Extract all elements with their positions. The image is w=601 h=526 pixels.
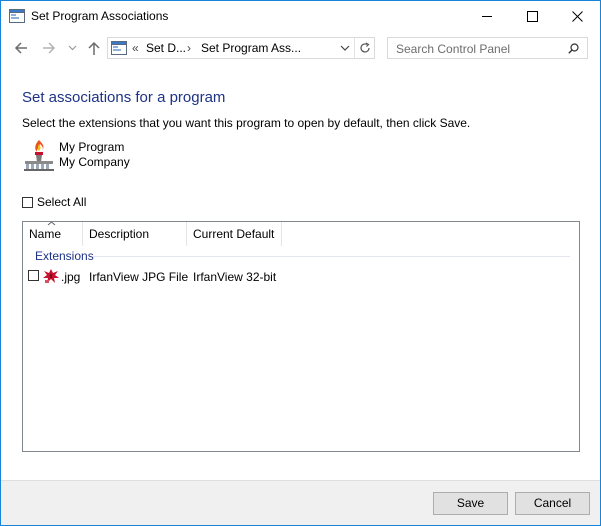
list-item-jpg[interactable]: .jpg IrfanView JPG File IrfanView 32-bit xyxy=(23,266,579,286)
program-icon xyxy=(24,140,54,171)
back-arrow-icon xyxy=(14,42,27,54)
row-current-default: IrfanView 32-bit xyxy=(193,270,277,284)
column-header-description[interactable]: Description xyxy=(83,222,187,246)
page-heading: Set associations for a program xyxy=(22,89,226,106)
select-all-checkbox[interactable]: Select All xyxy=(22,195,86,209)
title-bar[interactable]: Set Program Associations xyxy=(1,1,600,32)
row-checkbox[interactable] xyxy=(28,270,39,281)
breadcrumb-overflow[interactable]: « xyxy=(132,41,139,55)
up-button[interactable] xyxy=(85,38,103,58)
set-program-associations-window: Set Program Associations « Set D... › Se… xyxy=(0,0,601,526)
column-header-name[interactable]: Name xyxy=(23,222,83,246)
minimize-button[interactable] xyxy=(464,1,510,32)
program-name: My Program xyxy=(59,140,125,154)
group-header-extensions[interactable]: Extensions xyxy=(35,249,94,263)
column-header-description-label: Description xyxy=(89,227,150,241)
select-all-label[interactable]: Select All xyxy=(37,195,86,209)
up-arrow-icon xyxy=(88,41,100,55)
column-header-current-default[interactable]: Current Default xyxy=(187,222,282,246)
control-panel-location-icon xyxy=(111,41,127,55)
breadcrumb-set-defaults[interactable]: Set D... xyxy=(146,41,186,55)
row-name: .jpg xyxy=(61,270,81,284)
sort-ascending-icon xyxy=(47,222,56,226)
maximize-button[interactable] xyxy=(509,1,555,32)
forward-button[interactable] xyxy=(39,38,59,58)
save-button[interactable]: Save xyxy=(433,492,508,515)
close-icon xyxy=(571,11,583,22)
back-button[interactable] xyxy=(11,38,31,58)
extensions-list[interactable]: Name Description Current Default Extensi… xyxy=(22,221,580,452)
group-divider xyxy=(93,256,570,257)
refresh-button[interactable] xyxy=(354,38,375,58)
window-title: Set Program Associations xyxy=(31,9,169,23)
address-bar[interactable]: « Set D... › Set Program Ass... xyxy=(107,37,375,59)
refresh-icon xyxy=(360,42,370,53)
maximize-icon xyxy=(526,11,538,22)
chevron-down-icon xyxy=(68,45,76,51)
search-box[interactable]: Search Control Panel xyxy=(387,37,588,59)
column-header-name-label: Name xyxy=(29,227,62,241)
close-button[interactable] xyxy=(554,1,600,32)
minimize-icon xyxy=(481,16,492,17)
address-dropdown-button[interactable] xyxy=(336,38,354,58)
column-header-current-default-label: Current Default xyxy=(193,227,275,241)
search-placeholder[interactable]: Search Control Panel xyxy=(396,42,510,56)
chevron-down-icon xyxy=(340,45,350,51)
breadcrumb-separator[interactable]: › xyxy=(187,41,191,55)
forward-arrow-icon xyxy=(43,42,56,54)
instruction-text: Select the extensions that you want this… xyxy=(22,116,471,130)
select-all-box[interactable] xyxy=(22,196,33,208)
recent-locations-button[interactable] xyxy=(65,38,79,58)
footer-bar: Save Cancel xyxy=(1,480,600,525)
program-company: My Company xyxy=(59,155,130,169)
control-panel-window-icon xyxy=(9,9,25,23)
breadcrumb-set-program-associations[interactable]: Set Program Ass... xyxy=(201,41,301,55)
row-description: IrfanView JPG File xyxy=(89,270,189,284)
irfanview-file-icon xyxy=(43,269,59,283)
search-icon[interactable] xyxy=(568,43,579,54)
cancel-button[interactable]: Cancel xyxy=(515,492,590,515)
